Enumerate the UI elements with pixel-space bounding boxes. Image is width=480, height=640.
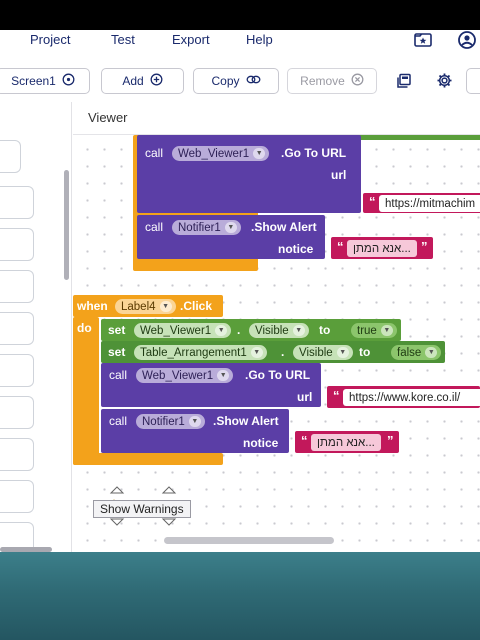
method-name: .Go To URL: [245, 368, 311, 382]
system-top-bar: [0, 0, 480, 30]
method-name: .Show Alert: [213, 414, 279, 428]
property-dropdown[interactable]: Visible ▼: [249, 323, 309, 338]
call-keyword: call: [145, 146, 164, 160]
event-block-footer: [73, 453, 223, 465]
quote-mark: “: [333, 388, 340, 403]
call-block-show-alert-top[interactable]: call Notifier1 ▼ .Show Alert notice: [137, 215, 325, 259]
quote-mark: “: [337, 239, 344, 254]
component-dropdown[interactable]: Table_Arrangement1 ▼: [134, 345, 267, 360]
add-circle-icon: [150, 73, 163, 89]
component-item[interactable]: [0, 354, 34, 387]
event-name: .Click: [180, 299, 213, 313]
screen-copy-icon[interactable]: [396, 73, 412, 94]
when-keyword: when: [77, 299, 108, 313]
overflow-button[interactable]: [466, 68, 480, 94]
param-label: url: [331, 168, 347, 182]
panel-vertical-scrollbar[interactable]: [64, 170, 69, 280]
component-item[interactable]: [0, 312, 34, 345]
to-keyword: to: [319, 323, 331, 337]
user-icon[interactable]: [457, 30, 477, 50]
property-dropdown[interactable]: Visible ▼: [293, 345, 353, 360]
menu-help[interactable]: Help: [246, 32, 273, 47]
param-label: notice: [243, 436, 279, 450]
component-dropdown[interactable]: Notifier1 ▼: [172, 220, 241, 235]
call-keyword: call: [109, 368, 128, 382]
to-keyword: to: [359, 345, 371, 359]
quote-mark: ”: [387, 433, 394, 448]
blocks-workspace[interactable]: call Web_Viewer1 ▼ .Go To URL url “ https…: [73, 135, 480, 552]
component-item[interactable]: [0, 438, 34, 471]
component-dropdown[interactable]: Web_Viewer1 ▼: [136, 368, 234, 383]
app-window: Project Test Export Help Screen1 Add Cop…: [0, 30, 480, 552]
set-keyword: set: [108, 345, 126, 359]
component-dropdown[interactable]: Web_Viewer1 ▼: [172, 146, 270, 161]
workspace-horizontal-scrollbar[interactable]: [164, 537, 334, 544]
component-dropdown[interactable]: Notifier1 ▼: [136, 414, 205, 429]
setter-block-table-visible[interactable]: set Table_Arrangement1 ▼ . Visible ▼ to fa…: [101, 341, 445, 363]
param-label: notice: [278, 242, 314, 256]
remove-screen-button[interactable]: Remove: [287, 68, 377, 94]
remove-label: Remove: [300, 74, 345, 88]
close-circle-icon: [351, 73, 364, 89]
set-keyword: set: [108, 323, 126, 337]
setter-block-webviewer-visible[interactable]: set Web_Viewer1 ▼ . Visible ▼ to true ▼: [101, 319, 401, 341]
add-screen-button[interactable]: Add: [101, 68, 184, 94]
component-item[interactable]: [0, 228, 34, 261]
quote-mark: ”: [421, 239, 428, 254]
event-block-label4-click[interactable]: when Label4 ▼ .Click: [73, 295, 223, 317]
menu-bar: Project Test Export Help: [0, 30, 480, 54]
method-name: .Show Alert: [251, 220, 317, 234]
dot-separator: .: [281, 345, 285, 359]
quote-mark: “: [369, 194, 376, 209]
menu-project[interactable]: Project: [30, 32, 70, 47]
text-value[interactable]: אנא המתן...: [347, 240, 417, 257]
text-block-url-top[interactable]: “ https://mitmachim: [363, 193, 480, 213]
component-item[interactable]: [0, 186, 34, 219]
background-area: [0, 552, 480, 640]
component-item[interactable]: [0, 480, 34, 513]
do-keyword: do: [77, 321, 92, 335]
call-keyword: call: [109, 414, 128, 428]
param-label: url: [297, 390, 313, 404]
quote-mark: “: [301, 433, 308, 448]
component-item[interactable]: [0, 270, 34, 303]
component-dropdown[interactable]: Label4 ▼: [115, 299, 176, 314]
menu-test[interactable]: Test: [111, 32, 135, 47]
text-value[interactable]: אנא המתן...: [311, 434, 381, 451]
boolean-dropdown[interactable]: true ▼: [351, 323, 397, 338]
link-icon: [246, 73, 261, 89]
component-dropdown[interactable]: Web_Viewer1 ▼: [134, 323, 232, 338]
copy-screen-button[interactable]: Copy: [193, 68, 279, 94]
text-block-notice-top[interactable]: “ אנא המתן... ”: [331, 237, 433, 259]
call-block-goto-url-top[interactable]: call Web_Viewer1 ▼ .Go To URL url: [137, 135, 361, 213]
target-icon: [62, 73, 75, 89]
show-warnings-button[interactable]: Show Warnings: [93, 500, 191, 518]
call-block-show-alert[interactable]: call Notifier1 ▼ .Show Alert notice: [101, 409, 289, 453]
text-block-notice[interactable]: “ אנא המתן... ”: [295, 431, 399, 453]
event-block-body: do: [73, 317, 99, 465]
components-panel: [0, 102, 72, 552]
call-block-goto-url[interactable]: call Web_Viewer1 ▼ .Go To URL url: [101, 363, 321, 407]
copy-label: Copy: [211, 74, 240, 88]
dot-separator: .: [237, 323, 241, 337]
boolean-dropdown[interactable]: false ▼: [391, 345, 442, 360]
folder-star-icon[interactable]: [413, 30, 433, 50]
screen-label: Screen1: [11, 74, 56, 88]
component-item[interactable]: [0, 140, 21, 173]
method-name: .Go To URL: [281, 146, 347, 160]
toolbar: Screen1 Add Copy Remove: [0, 66, 480, 96]
call-keyword: call: [145, 220, 164, 234]
text-value[interactable]: https://www.kore.co.il/: [343, 389, 480, 406]
menu-export[interactable]: Export: [172, 32, 210, 47]
text-value[interactable]: https://mitmachim: [379, 195, 480, 212]
gear-icon[interactable]: [436, 72, 453, 94]
viewer-title: Viewer: [88, 110, 128, 125]
screen-select-button[interactable]: Screen1: [0, 68, 90, 94]
text-block-url[interactable]: “ https://www.kore.co.il/: [327, 386, 480, 408]
add-label: Add: [122, 74, 144, 88]
component-item[interactable]: [0, 396, 34, 429]
